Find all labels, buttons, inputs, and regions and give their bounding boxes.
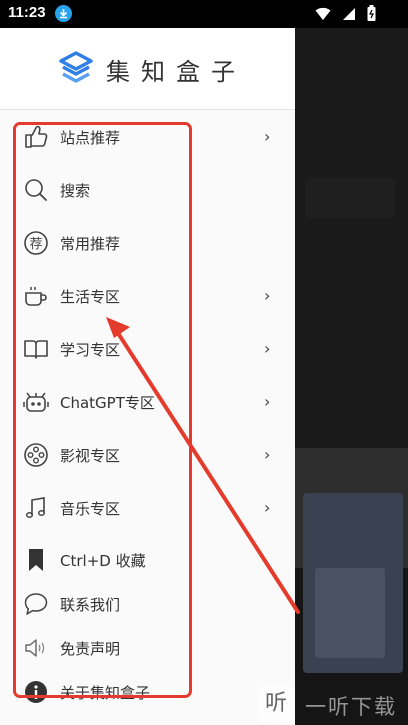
menu-item-common-recommend[interactable]: 荐 常用推荐: [0, 221, 295, 265]
recommend-badge-icon: 荐: [24, 231, 48, 255]
menu-item-study-zone[interactable]: 学习专区 ›: [0, 327, 295, 371]
stacked-layers-logo-icon: [59, 51, 93, 83]
menu-item-label: 学习专区: [60, 341, 121, 359]
watermark-text: 一听下载: [305, 695, 397, 719]
chevron-right-icon: ›: [264, 392, 271, 411]
menu-item-bookmark[interactable]: Ctrl+D 收藏: [0, 538, 295, 582]
background-image: [315, 568, 385, 658]
menu-item-search[interactable]: 搜索: [0, 168, 295, 212]
menu-item-label: 免责声明: [60, 640, 121, 658]
watermark: 听 一听下载: [257, 685, 408, 725]
film-reel-icon: [24, 443, 48, 467]
app-title: 集知盒子: [106, 58, 246, 86]
chevron-right-icon: ›: [264, 498, 271, 517]
book-icon: [24, 340, 48, 359]
menu-item-label: 音乐专区: [60, 500, 121, 518]
menu-item-about[interactable]: 关于集知盒子: [0, 670, 295, 714]
menu-item-label: ChatGPT专区: [60, 394, 155, 412]
menu-item-site-recommend[interactable]: 站点推荐 ›: [0, 115, 295, 159]
menu-item-label: 影视专区: [60, 447, 121, 465]
bookmark-icon: [29, 549, 43, 571]
chevron-right-icon: ›: [264, 286, 271, 305]
menu-item-label: 关于集知盒子: [60, 684, 151, 702]
menu-item-disclaimer[interactable]: 免责声明: [0, 626, 295, 670]
navigation-drawer: 集知盒子 站点推荐 › 搜索 荐 常用推荐 生活专区 › 学习专区 › Chat…: [0, 28, 295, 725]
chevron-right-icon: ›: [264, 445, 271, 464]
menu-item-chatgpt-zone[interactable]: ChatGPT专区 ›: [0, 380, 295, 424]
menu-item-label: 生活专区: [60, 288, 121, 306]
background-panel: [295, 28, 408, 448]
speaker-icon: [25, 639, 45, 657]
info-icon: [25, 681, 47, 703]
menu-item-life-zone[interactable]: 生活专区 ›: [0, 274, 295, 318]
download-icon: [55, 5, 72, 22]
menu-item-music-zone[interactable]: 音乐专区 ›: [0, 486, 295, 530]
music-note-icon: [25, 497, 46, 518]
chat-bubble-icon: [24, 593, 48, 615]
robot-icon: [23, 392, 49, 412]
svg-text:荐: 荐: [29, 237, 42, 252]
menu-item-label: 联系我们: [60, 596, 121, 614]
menu-item-contact[interactable]: 联系我们: [0, 582, 295, 626]
watermark-logo: 听: [257, 685, 295, 723]
dimmed-background[interactable]: [295, 28, 408, 725]
search-icon: [25, 179, 47, 201]
thumbs-up-icon: [25, 125, 48, 148]
menu-item-label: 搜索: [60, 182, 91, 200]
wifi-icon: [315, 7, 331, 20]
status-time: 11:23: [8, 4, 46, 21]
chevron-right-icon: ›: [264, 127, 271, 146]
status-icons: [309, 5, 376, 25]
battery-icon: [367, 5, 376, 21]
menu-item-label: 常用推荐: [60, 235, 121, 253]
menu-item-video-zone[interactable]: 影视专区 ›: [0, 433, 295, 477]
signal-icon: [342, 8, 355, 20]
chevron-right-icon: ›: [264, 339, 271, 358]
drawer-header: 集知盒子: [0, 28, 295, 110]
menu-item-label: Ctrl+D 收藏: [60, 552, 146, 570]
coffee-cup-icon: [25, 287, 47, 306]
status-bar: 11:23: [0, 0, 408, 28]
background-card: [305, 178, 395, 218]
menu-item-label: 站点推荐: [60, 129, 121, 147]
